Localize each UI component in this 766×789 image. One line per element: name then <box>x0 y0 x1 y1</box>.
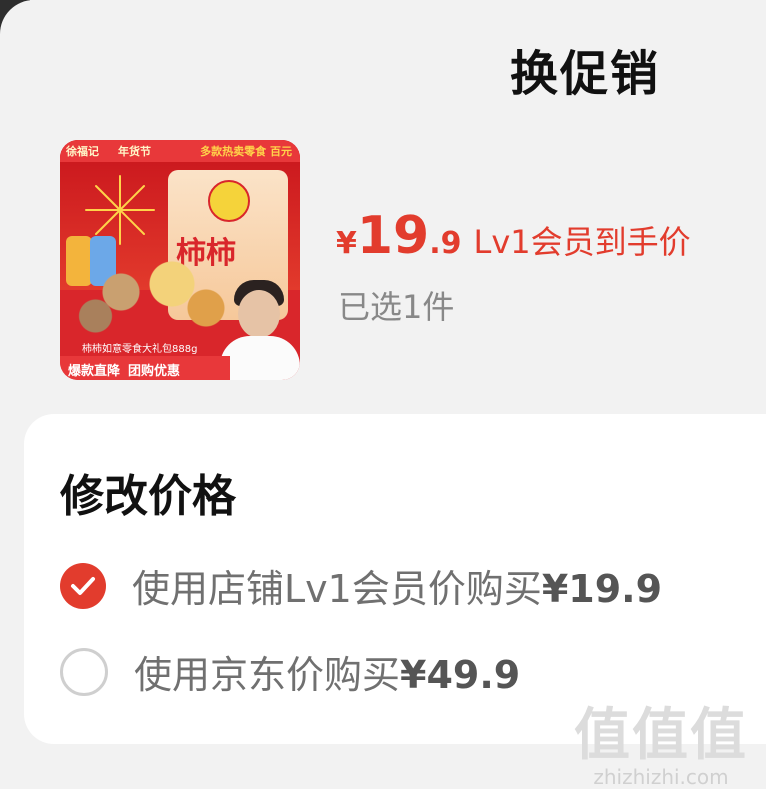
bag-logo-icon <box>208 180 250 222</box>
thumbnail-caption: 柿柿如意零食大礼包888g <box>82 344 198 355</box>
price-tag: Lv1会员到手价 <box>473 223 691 261</box>
spokesperson-face <box>238 290 280 338</box>
option-label-text: 使用京东价购买 <box>134 653 401 697</box>
option-label: 使用京东价购买¥49.9 <box>134 644 520 699</box>
checkmark-icon <box>71 576 95 595</box>
watermark-url: zhizhizhi.com <box>593 765 729 789</box>
promotion-sheet: 换促销 徐福记 年货节 多款热卖零食 百元 柿柿 柿柿如意零食大礼包888g 爆… <box>0 0 766 789</box>
option-member-price[interactable]: 使用店铺Lv1会员价购买¥19.9 <box>60 558 662 613</box>
option-jd-price[interactable]: 使用京东价购买¥49.9 <box>60 644 520 699</box>
option-price: ¥49.9 <box>400 653 521 697</box>
thumbnail-brand-logo: 徐福记 <box>66 145 99 158</box>
spokesperson-body <box>220 336 300 380</box>
promo-badge-right: 团购优惠 <box>128 364 181 379</box>
page-title: 换促销 <box>509 46 660 102</box>
product-price: ¥19.9 Lv1会员到手价 <box>336 206 691 266</box>
checked-radio-icon[interactable] <box>60 562 106 609</box>
modify-price-title: 修改价格 <box>60 471 236 522</box>
promo-badge-left: 爆款直降 <box>68 364 121 379</box>
unchecked-radio-icon[interactable] <box>60 647 108 696</box>
price-integer: 19 <box>356 206 430 266</box>
currency-symbol: ¥ <box>336 226 357 261</box>
snacks-image <box>70 260 240 340</box>
product-thumbnail[interactable]: 徐福记 年货节 多款热卖零食 百元 柿柿 柿柿如意零食大礼包888g 爆款直降 … <box>60 140 300 380</box>
watermark: 值值值 zhizhizhi.com <box>574 690 748 789</box>
option-label-text: 使用店铺Lv1会员价购买 <box>132 567 542 611</box>
thumbnail-banner-text: 多款热卖零食 百元 <box>200 145 292 158</box>
selected-count: 已选1件 <box>338 288 455 326</box>
option-label: 使用店铺Lv1会员价购买¥19.9 <box>132 558 662 613</box>
price-decimal: .9 <box>429 226 462 261</box>
watermark-logo: 值值值 <box>574 703 748 768</box>
option-price: ¥19.9 <box>541 567 663 611</box>
thumbnail-festival-badge: 年货节 <box>118 145 151 158</box>
